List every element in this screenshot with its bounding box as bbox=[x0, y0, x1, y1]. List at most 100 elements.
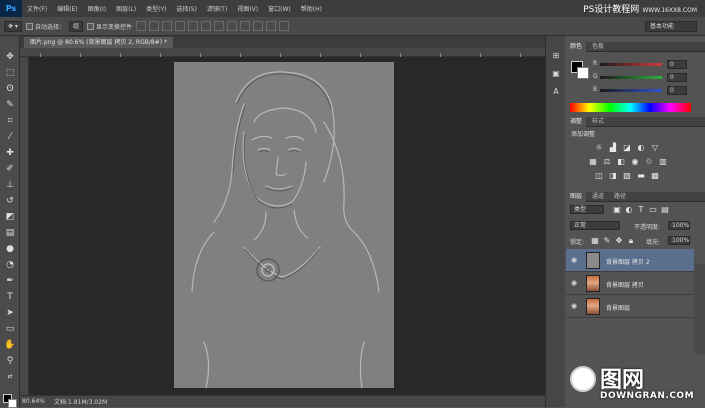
tab-paths[interactable]: 路径 bbox=[610, 192, 630, 202]
lock-transparent-icon[interactable]: ▦ bbox=[590, 236, 600, 246]
healing-brush-tool-icon[interactable]: ✚ bbox=[4, 147, 16, 159]
eyedropper-tool-icon[interactable]: ⁄ bbox=[4, 131, 16, 143]
black-white-icon[interactable]: ◧ bbox=[616, 157, 626, 167]
menu-filter[interactable]: 滤镜(T) bbox=[202, 4, 232, 13]
history-brush-tool-icon[interactable]: ↺ bbox=[4, 195, 16, 207]
align-right-icon[interactable] bbox=[201, 21, 211, 31]
tab-adjustments[interactable]: 调整 bbox=[566, 117, 587, 127]
properties-panel-icon[interactable]: ▣ bbox=[550, 68, 562, 80]
slider-b-value[interactable]: 0 bbox=[667, 86, 687, 95]
path-select-tool-icon[interactable]: ➤ bbox=[4, 307, 16, 319]
lock-all-icon[interactable]: 🔒︎ bbox=[626, 236, 636, 246]
layer-row[interactable]: ◉ 背景图层 bbox=[566, 295, 694, 318]
fill-input[interactable]: 100% bbox=[668, 236, 690, 245]
character-panel-icon[interactable]: A bbox=[550, 86, 562, 98]
menu-type[interactable]: 类型(Y) bbox=[141, 4, 171, 13]
distribute-top-icon[interactable] bbox=[214, 21, 224, 31]
filter-type-icon[interactable]: T bbox=[636, 205, 646, 215]
filter-adjustment-icon[interactable]: ◐ bbox=[624, 205, 634, 215]
vibrance-icon[interactable]: ▽ bbox=[650, 143, 660, 153]
menu-view[interactable]: 视图(V) bbox=[232, 4, 263, 13]
menu-file[interactable]: 文件(F) bbox=[22, 4, 52, 13]
align-bottom-icon[interactable] bbox=[162, 21, 172, 31]
marquee-tool-icon[interactable]: ⬚ bbox=[4, 67, 16, 79]
exposure-icon[interactable]: ◐ bbox=[636, 143, 646, 153]
gradient-tool-icon[interactable]: ▤ bbox=[4, 227, 16, 239]
menu-window[interactable]: 窗口(W) bbox=[263, 4, 296, 13]
brightness-contrast-icon[interactable]: ☼ bbox=[594, 143, 604, 153]
tab-layers[interactable]: 图层 bbox=[566, 192, 587, 202]
crop-tool-icon[interactable]: ⌗ bbox=[4, 115, 16, 127]
menu-image[interactable]: 图像(I) bbox=[83, 4, 111, 13]
distribute-vcenter-icon[interactable] bbox=[227, 21, 237, 31]
eye-icon[interactable]: ◉ bbox=[571, 256, 577, 264]
selective-color-icon[interactable]: ▩ bbox=[650, 171, 660, 181]
move-tool-icon[interactable]: ✥ bbox=[4, 51, 16, 63]
tab-color[interactable]: 颜色 bbox=[566, 42, 587, 52]
dodge-tool-icon[interactable]: ◔ bbox=[4, 259, 16, 271]
color-lookup-icon[interactable]: ▥ bbox=[658, 157, 668, 167]
slider-g-value[interactable]: 0 bbox=[667, 73, 687, 82]
slider-g-track[interactable] bbox=[600, 76, 662, 79]
show-transform-checkbox[interactable] bbox=[86, 22, 94, 30]
invert-icon[interactable]: ◫ bbox=[594, 171, 604, 181]
auto-select-dropdown[interactable]: 组 bbox=[68, 20, 83, 32]
hand-tool-icon[interactable]: ✋ bbox=[4, 339, 16, 351]
zoom-tool-icon[interactable]: ⚲ bbox=[4, 355, 16, 367]
clone-stamp-tool-icon[interactable]: ⊥ bbox=[4, 179, 16, 191]
menu-help[interactable]: 帮助(H) bbox=[296, 4, 327, 13]
posterize-icon[interactable]: ◨ bbox=[608, 171, 618, 181]
slider-r-value[interactable]: 0 bbox=[667, 60, 687, 69]
tool-preset-picker[interactable]: ✥ ▾ bbox=[4, 20, 22, 32]
blend-mode-dropdown[interactable]: 正常 bbox=[570, 221, 620, 230]
color-spectrum[interactable] bbox=[570, 103, 691, 112]
align-vcenter-icon[interactable] bbox=[149, 21, 159, 31]
blur-tool-icon[interactable]: ● bbox=[4, 243, 16, 255]
shape-tool-icon[interactable]: ▭ bbox=[4, 323, 16, 335]
eraser-tool-icon[interactable]: ◩ bbox=[4, 211, 16, 223]
document-tab[interactable]: 图片.png @ 80.6% (背景图层 拷贝 2, RGB/8#) * bbox=[24, 37, 173, 48]
distribute-left-icon[interactable] bbox=[253, 21, 263, 31]
align-left-icon[interactable] bbox=[175, 21, 185, 31]
slider-b-track[interactable] bbox=[600, 89, 662, 92]
channel-mixer-icon[interactable]: ♲ bbox=[644, 157, 654, 167]
photo-filter-icon[interactable]: ◉ bbox=[630, 157, 640, 167]
layer-row[interactable]: ◉ 背景图层 拷贝 bbox=[566, 272, 694, 295]
auto-select-checkbox[interactable] bbox=[25, 22, 33, 30]
align-hcenter-icon[interactable] bbox=[188, 21, 198, 31]
layer-row[interactable]: ◉ 背景图层 拷贝 2 bbox=[566, 249, 694, 272]
color-panel-background[interactable] bbox=[577, 67, 589, 79]
filter-smart-icon[interactable]: ▤ bbox=[660, 205, 670, 215]
layer-kind-filter[interactable]: 类型 bbox=[570, 205, 604, 214]
lock-image-icon[interactable]: ✎ bbox=[602, 236, 612, 246]
layers-scrollbar[interactable] bbox=[694, 264, 705, 354]
pen-tool-icon[interactable]: ✒ bbox=[4, 275, 16, 287]
gradient-map-icon[interactable]: ▬ bbox=[636, 171, 646, 181]
tab-styles[interactable]: 样式 bbox=[588, 117, 608, 127]
menu-select[interactable]: 选择(S) bbox=[171, 4, 202, 13]
align-top-icon[interactable] bbox=[136, 21, 146, 31]
color-balance-icon[interactable]: ⚖ bbox=[602, 157, 612, 167]
slider-r-track[interactable] bbox=[600, 63, 662, 66]
levels-icon[interactable]: ▟ bbox=[608, 143, 618, 153]
opacity-input[interactable]: 100% bbox=[668, 221, 690, 230]
eye-icon[interactable]: ◉ bbox=[571, 302, 577, 310]
type-tool-icon[interactable]: T bbox=[4, 291, 16, 303]
canvas-area[interactable] bbox=[29, 57, 562, 395]
curves-icon[interactable]: ◪ bbox=[622, 143, 632, 153]
swap-colors-icon[interactable]: ⇄ bbox=[4, 371, 16, 383]
distribute-hcenter-icon[interactable] bbox=[266, 21, 276, 31]
menu-edit[interactable]: 编辑(E) bbox=[52, 4, 82, 13]
filter-pixel-icon[interactable]: ▣ bbox=[612, 205, 622, 215]
menu-layer[interactable]: 图层(L) bbox=[111, 4, 141, 13]
threshold-icon[interactable]: ▧ bbox=[622, 171, 632, 181]
brush-tool-icon[interactable]: ✐ bbox=[4, 163, 16, 175]
filter-shape-icon[interactable]: ▭ bbox=[648, 205, 658, 215]
distribute-bottom-icon[interactable] bbox=[240, 21, 250, 31]
embossed-portrait-image[interactable] bbox=[174, 62, 394, 388]
quick-select-tool-icon[interactable]: ✎ bbox=[4, 99, 16, 111]
lasso-tool-icon[interactable]: ʘ bbox=[4, 83, 16, 95]
history-panel-icon[interactable]: ⊞ bbox=[550, 50, 562, 62]
zoom-level[interactable]: 80.64% bbox=[20, 398, 48, 405]
hue-saturation-icon[interactable]: ▦ bbox=[588, 157, 598, 167]
